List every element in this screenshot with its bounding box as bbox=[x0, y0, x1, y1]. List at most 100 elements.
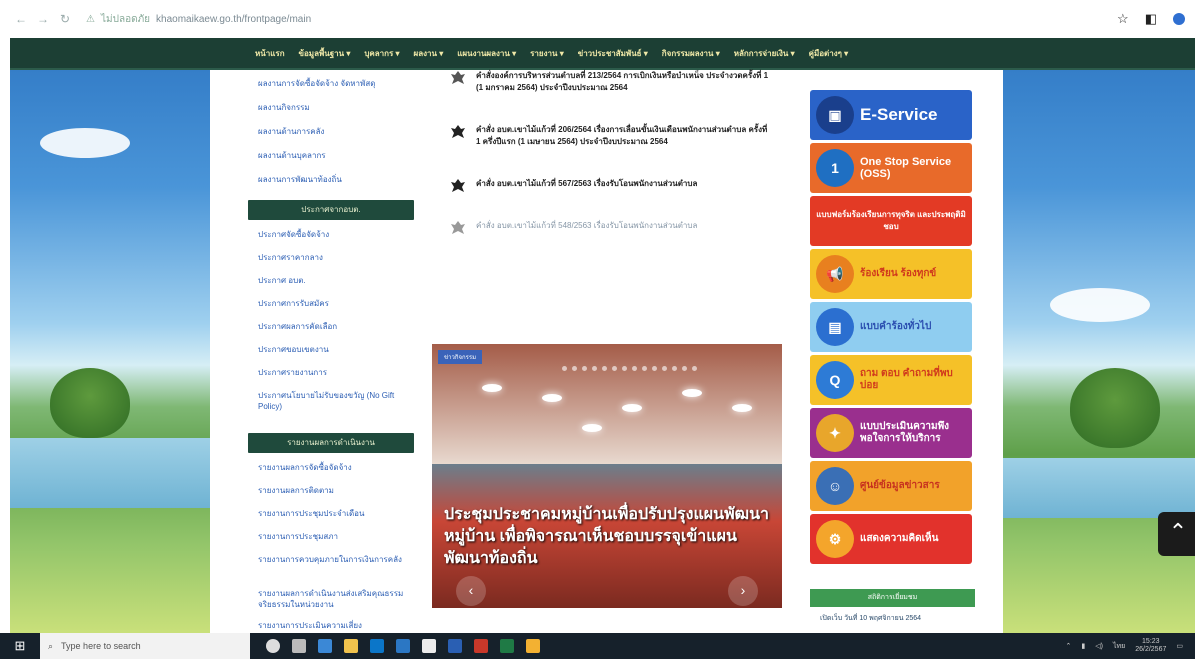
oss-line1: One Stop Service bbox=[860, 156, 952, 168]
star-icon[interactable]: ☆ bbox=[1117, 11, 1129, 27]
address-bar[interactable]: ⚠ ไม่ปลอดภัย khaomaikaew.go.th/frontpage… bbox=[86, 12, 311, 27]
back-icon[interactable]: ← bbox=[10, 8, 32, 30]
news-title[interactable]: คำสั่งองค์การบริหารส่วนตำบลที่ 213/2564 … bbox=[476, 70, 770, 94]
nav-works[interactable]: ผลงาน ▾ bbox=[414, 47, 444, 60]
sidebar-link[interactable]: ประกาศรายงานการ bbox=[248, 367, 327, 378]
opinion-banner[interactable]: ⚙ แสดงความคิดเห็น bbox=[810, 514, 972, 564]
excel-icon[interactable] bbox=[500, 639, 514, 653]
network-icon[interactable]: ▮ bbox=[1081, 642, 1085, 650]
survey-banner[interactable]: ✦ แบบประเมินความพึงพอใจการให้บริการ bbox=[810, 408, 972, 458]
word-icon[interactable] bbox=[448, 639, 462, 653]
grievance-banner[interactable]: 📢 ร้องเรียน ร้องทุกข์ bbox=[810, 249, 972, 299]
nav-home[interactable]: หน้าแรก bbox=[255, 47, 285, 60]
info-center-banner[interactable]: ☺ ศูนย์ข้อมูลข่าวสาร bbox=[810, 461, 972, 511]
sidebar-link[interactable]: ประกาศการรับสมัคร bbox=[248, 298, 329, 309]
chevron-right-icon[interactable]: › bbox=[728, 576, 758, 606]
sidebar-link[interactable]: ผลงานการจัดซื้อจัดจ้าง จัดหาพัสดุ bbox=[248, 78, 375, 89]
sidebar-link[interactable]: รายงานการควบคุมภายในการเงินการคลัง bbox=[248, 554, 414, 565]
puzzle-icon: ✦ bbox=[816, 414, 854, 452]
banner-label: One Stop Service (OSS) bbox=[860, 156, 951, 180]
mail-icon[interactable] bbox=[422, 639, 436, 653]
sidebar-link[interactable]: ประกาศ อบต. bbox=[248, 275, 306, 286]
sidebar-link[interactable]: ผลงานด้านการคลัง bbox=[248, 126, 324, 137]
reload-icon[interactable]: ↻ bbox=[54, 8, 76, 30]
tree-decoration bbox=[1070, 368, 1160, 448]
news-item[interactable]: คำสั่ง อบต.เขาไม้แก้วที่ 206/2564 เรื่อง… bbox=[450, 124, 770, 148]
nav-personnel[interactable]: บุคลากร ▾ bbox=[364, 47, 399, 60]
news-item[interactable]: คำสั่ง อบต.เขาไม้แก้วที่ 548/2563 เรื่อง… bbox=[450, 220, 770, 236]
emblem-icon bbox=[451, 179, 465, 192]
windows-taskbar: ⊞ ⌕ Type here to search ⌃ ▮ ◁) ไทย 15:23 bbox=[0, 633, 1195, 659]
url-text[interactable]: khaomaikaew.go.th/frontpage/main bbox=[156, 14, 311, 25]
notification-icon[interactable]: ▭ bbox=[1176, 642, 1183, 650]
sidebar-link[interactable]: ผลงานด้านบุคลากร bbox=[248, 150, 326, 161]
scroll-top-button[interactable]: ⌃ bbox=[1158, 512, 1195, 556]
clock-time: 15:23 bbox=[1142, 638, 1160, 645]
nav-basic-info[interactable]: ข้อมูลพื้นฐาน ▾ bbox=[299, 47, 351, 60]
clock[interactable]: 15:23 26/2/2567 bbox=[1135, 638, 1166, 654]
banner-label: ศูนย์ข้อมูลข่าวสาร bbox=[860, 480, 940, 491]
slider-pagination[interactable] bbox=[562, 366, 697, 371]
news-title[interactable]: คำสั่ง อบต.เขาไม้แก้วที่ 206/2564 เรื่อง… bbox=[476, 124, 770, 148]
oss-banner[interactable]: 1 One Stop Service (OSS) bbox=[810, 143, 972, 193]
profile-icon[interactable] bbox=[1173, 13, 1185, 25]
slide-photo bbox=[432, 344, 782, 464]
extension-icon[interactable]: ◧ bbox=[1145, 11, 1157, 27]
forward-icon[interactable]: → bbox=[32, 8, 54, 30]
sidebar-link[interactable]: รายงานผลการดำเนินงานส่งเสริมคุณธรรม จริย… bbox=[248, 588, 414, 610]
sidebar-link[interactable]: ประกาศราคากลาง bbox=[248, 252, 323, 263]
banner-label: แสดงความคิดเห็น bbox=[860, 533, 939, 544]
sidebar-link[interactable]: ผลงานการพัฒนาท้องถิ่น bbox=[248, 174, 342, 185]
eservice-banner[interactable]: ▣ E-Service bbox=[810, 90, 972, 140]
language-indicator[interactable]: ไทย bbox=[1113, 641, 1125, 652]
gear-icon: ⚙ bbox=[816, 520, 854, 558]
news-item[interactable]: คำสั่งองค์การบริหารส่วนตำบลที่ 213/2564 … bbox=[450, 70, 770, 94]
windows-start-icon[interactable]: ⊞ bbox=[0, 633, 40, 659]
banner-label: ถาม ตอบ คำถามที่พบบ่อย bbox=[860, 368, 953, 391]
manual-banner[interactable]: ▤ แบบคำร้องทั่วไป bbox=[810, 302, 972, 352]
folder-icon[interactable] bbox=[344, 639, 358, 653]
taskbar-apps bbox=[266, 639, 540, 653]
news-item[interactable]: คำสั่ง อบต.เขาไม้แก้วที่ 567/2563 เรื่อง… bbox=[450, 178, 770, 194]
taskbar-search[interactable]: ⌕ Type here to search bbox=[40, 633, 250, 659]
pdf-icon[interactable] bbox=[474, 639, 488, 653]
news-title[interactable]: คำสั่ง อบต.เขาไม้แก้วที่ 548/2563 เรื่อง… bbox=[476, 220, 697, 236]
complaint-form-banner[interactable]: แบบฟอร์มร้องเรียนการทุจริต และประพฤติมิช… bbox=[810, 196, 972, 246]
edge-icon[interactable] bbox=[396, 639, 410, 653]
sidebar-link[interactable]: รายงานการประเมินความเสี่ยง bbox=[248, 620, 362, 631]
news-title[interactable]: คำสั่ง อบต.เขาไม้แก้วที่ 567/2563 เรื่อง… bbox=[476, 178, 697, 194]
sidebar-link[interactable]: รายงานผลการติดตาม bbox=[248, 485, 334, 496]
sidebar-link[interactable]: รายงานการประชุมประจำเดือน bbox=[248, 508, 364, 519]
news-slider[interactable]: ข่าวกิจกรรม ประชุมประชาคมหมู่บ้านเพื่อปร… bbox=[432, 344, 782, 608]
sidebar-link[interactable]: ประกาศนโยบายไม่รับของขวัญ (No Gift Polic… bbox=[248, 390, 414, 412]
sidebar-link[interactable]: ประกาศผลการคัดเลือก bbox=[248, 321, 337, 332]
emblem-icon bbox=[451, 221, 465, 234]
volume-icon[interactable]: ◁) bbox=[1095, 642, 1103, 650]
sidebar-link[interactable]: ประกาศจัดซื้อจัดจ้าง bbox=[248, 229, 329, 240]
banner-label: แบบฟอร์มร้องเรียนการทุจริต และประพฤติมิช… bbox=[816, 210, 966, 231]
nav-manuals[interactable]: คู่มือต่างๆ ▾ bbox=[809, 47, 849, 60]
nav-plans[interactable]: แผนงานผลงาน ▾ bbox=[457, 47, 516, 60]
sidebar-link[interactable]: รายงานผลการจัดซื้อจัดจ้าง bbox=[248, 462, 352, 473]
sidebar-link[interactable]: ผลงานกิจกรรม bbox=[248, 102, 310, 113]
nav-news[interactable]: ข่าวประชาสัมพันธ์ ▾ bbox=[578, 47, 648, 60]
store-icon[interactable] bbox=[370, 639, 384, 653]
slider-headline[interactable]: ประชุมประชาคมหมู่บ้านเพื่อปรับปรุงแผนพัฒ… bbox=[444, 504, 774, 570]
security-label: ไม่ปลอดภัย bbox=[100, 13, 151, 25]
slider-category: ข่าวกิจกรรม bbox=[438, 350, 483, 364]
app-icon[interactable] bbox=[526, 639, 540, 653]
tree-decoration bbox=[50, 368, 130, 438]
sidebar-link[interactable]: ประกาศขอบเขตงาน bbox=[248, 344, 329, 355]
chevron-left-icon[interactable]: ‹ bbox=[456, 576, 486, 606]
qa-banner[interactable]: Q ถาม ตอบ คำถามที่พบบ่อย bbox=[810, 355, 972, 405]
task-view-icon[interactable] bbox=[292, 639, 306, 653]
panel-heading: ประกาศจากอบต. bbox=[248, 200, 414, 220]
sidebar-link[interactable]: รายงานการประชุมสภา bbox=[248, 531, 338, 542]
nav-activities[interactable]: กิจกรรมผลงาน ▾ bbox=[662, 47, 720, 60]
cortana-icon[interactable] bbox=[266, 639, 280, 653]
clock-date: 26/2/2567 bbox=[1135, 646, 1167, 653]
chrome-icon[interactable] bbox=[318, 639, 332, 653]
nav-payments[interactable]: หลักการจ่ายเงิน ▾ bbox=[734, 47, 795, 60]
nav-reports[interactable]: รายงาน ▾ bbox=[530, 47, 564, 60]
chevron-up-icon[interactable]: ⌃ bbox=[1066, 642, 1072, 650]
